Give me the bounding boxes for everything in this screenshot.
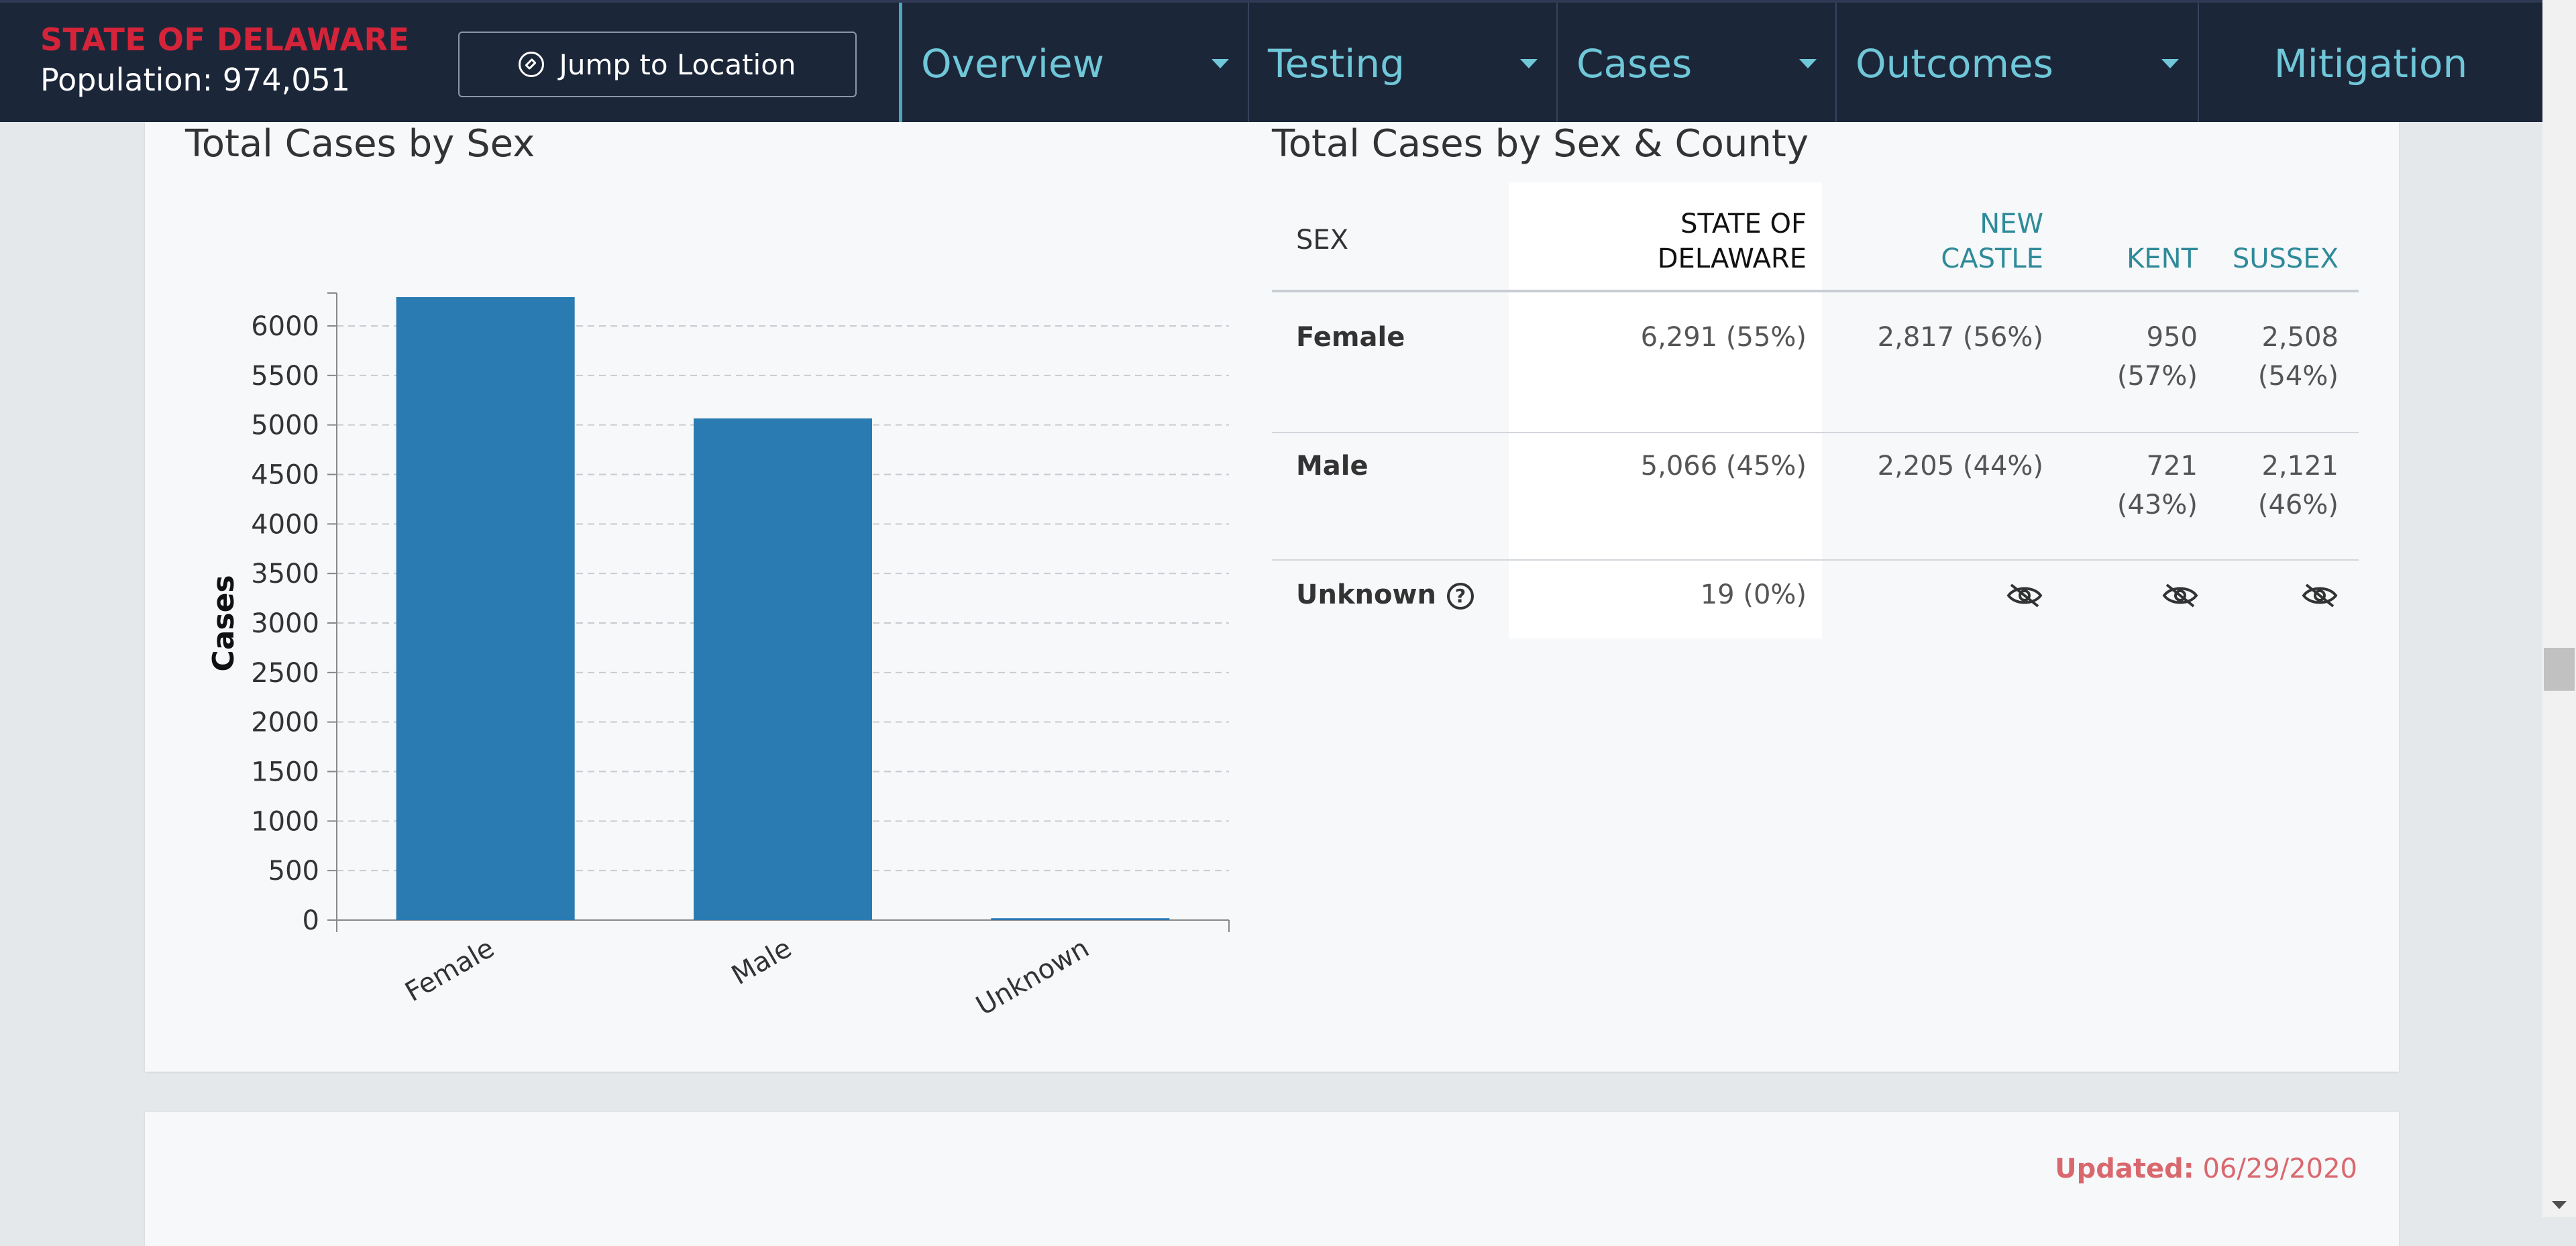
y-tick-label: 5500 [251,361,319,392]
y-tick-label: 5000 [251,410,319,441]
tab-testing-label: Testing [1268,41,1405,87]
tab-outcomes-label: Outcomes [1856,41,2053,87]
tab-overview-label: Overview [921,41,1105,87]
y-tick-label: 2000 [251,707,319,738]
bar-male [694,418,872,920]
y-tick-label: 2500 [251,658,319,689]
row-male-kent-value: 721 [2146,451,2198,482]
compass-icon [519,52,545,77]
row-female-kent: 950 (57%) [2043,318,2198,396]
y-axis-title: Cases [207,575,241,671]
row-female-sussex: 2,508 (54%) [2198,318,2339,396]
row-male-state: 5,066 (45%) [1640,451,1807,482]
caret-down-icon [1212,59,1229,68]
y-tick-label: 3000 [251,608,319,639]
row-male-sussex-pct: (46%) [2257,490,2339,520]
x-category-label: Female [400,933,499,1008]
header-state: STATE OF DELAWARE [1513,207,1807,276]
row-unknown-text: Unknown [1296,579,1436,610]
y-tick-label: 4000 [251,509,319,540]
x-category-label: Unknown [971,933,1095,1022]
y-tick-label: 0 [303,905,319,936]
header-kent: KENT [2127,243,2198,274]
row-male-label: Male [1296,451,1368,482]
y-tick-label: 4500 [251,460,319,491]
caret-down-icon [2161,59,2179,68]
eye-slash-icon [2006,583,2043,608]
row-male-sussex-value: 2,121 [2261,451,2339,482]
caret-down-icon [1520,59,1538,68]
y-tick-label: 1500 [251,757,319,788]
header-divider [1272,290,2359,292]
bar-unknown [991,918,1170,920]
updated-label: Updated: [2055,1153,2194,1184]
row-female-kent-pct: (57%) [2116,361,2198,392]
state-name: STATE OF DELAWARE [40,21,410,58]
row-female-state: 6,291 (55%) [1640,322,1807,353]
population-label: Population: 974,051 [40,62,351,98]
jump-to-location-button[interactable]: Jump to Location [458,32,857,97]
jump-to-location-label: Jump to Location [559,48,796,81]
bar-female [396,297,575,920]
scrollbar-thumb[interactable] [2544,648,2575,691]
header-new-castle: NEW CASTLE [1822,207,2043,276]
header-new-castle-line2: CASTLE [1941,243,2043,274]
row-unknown-label: Unknown? [1296,575,1474,614]
eye-slash-icon [2162,583,2198,608]
row-male-sussex: 2,121 (46%) [2198,447,2339,524]
row-divider [1272,559,2359,561]
header-sex: SEX [1296,225,1349,256]
tab-cases[interactable]: Cases [1556,3,1835,125]
next-card: Updated: 06/29/2020 [145,1112,2399,1246]
y-tick-label: 1000 [251,806,319,837]
tab-overview[interactable]: Overview [899,3,1248,125]
row-divider [1272,432,2359,433]
y-tick-label: 500 [268,856,319,887]
eye-slash-icon [2302,583,2338,608]
tab-outcomes[interactable]: Outcomes [1835,3,2198,125]
question-circle-icon[interactable]: ? [1446,583,1474,610]
caret-down-icon [1799,59,1817,68]
page-scrollbar[interactable] [2542,0,2576,1217]
table-title: Total Cases by Sex & County [1272,122,1809,166]
x-category-label: Male [727,933,797,991]
header-state-line2: DELAWARE [1657,243,1807,274]
row-female-label: Female [1296,322,1405,353]
y-tick-label: 6000 [251,311,319,342]
tab-cases-label: Cases [1576,41,1693,87]
row-female-sussex-pct: (54%) [2257,361,2339,392]
top-navigation-bar: STATE OF DELAWARE Population: 974,051 Ju… [0,0,2542,125]
cases-by-sex-chart: 0 500 1000 1500 2000 2500 3000 3500 4000 4500 5000… [207,292,1230,1022]
header-sussex: SUSSEX [2232,243,2339,274]
cases-by-sex-card: Total Cases by Sex 0 500 1000 1500 2000 2500 3… [145,122,2399,1072]
header-new-castle-line1: NEW [1980,209,2043,239]
scroll-down-arrow-icon[interactable] [2552,1201,2567,1209]
tab-mitigation-label: Mitigation [2273,41,2468,87]
row-female-new-castle: 2,817 (56%) [1877,322,2043,353]
updated-date: 06/29/2020 [2202,1153,2357,1184]
tab-mitigation[interactable]: Mitigation [2198,3,2542,125]
row-unknown-state: 19 (0%) [1700,579,1807,610]
row-male-new-castle: 2,205 (44%) [1877,451,2043,482]
row-male-kent-pct: (43%) [2116,490,2198,520]
updated-stamp: Updated: 06/29/2020 [2055,1153,2357,1184]
y-tick-label: 3500 [251,559,319,589]
header-state-line1: STATE OF [1680,209,1807,239]
tab-testing[interactable]: Testing [1248,3,1556,125]
row-male-kent: 721 (43%) [2043,447,2198,524]
row-female-kent-value: 950 [2146,322,2198,353]
row-female-sussex-value: 2,508 [2261,322,2339,353]
